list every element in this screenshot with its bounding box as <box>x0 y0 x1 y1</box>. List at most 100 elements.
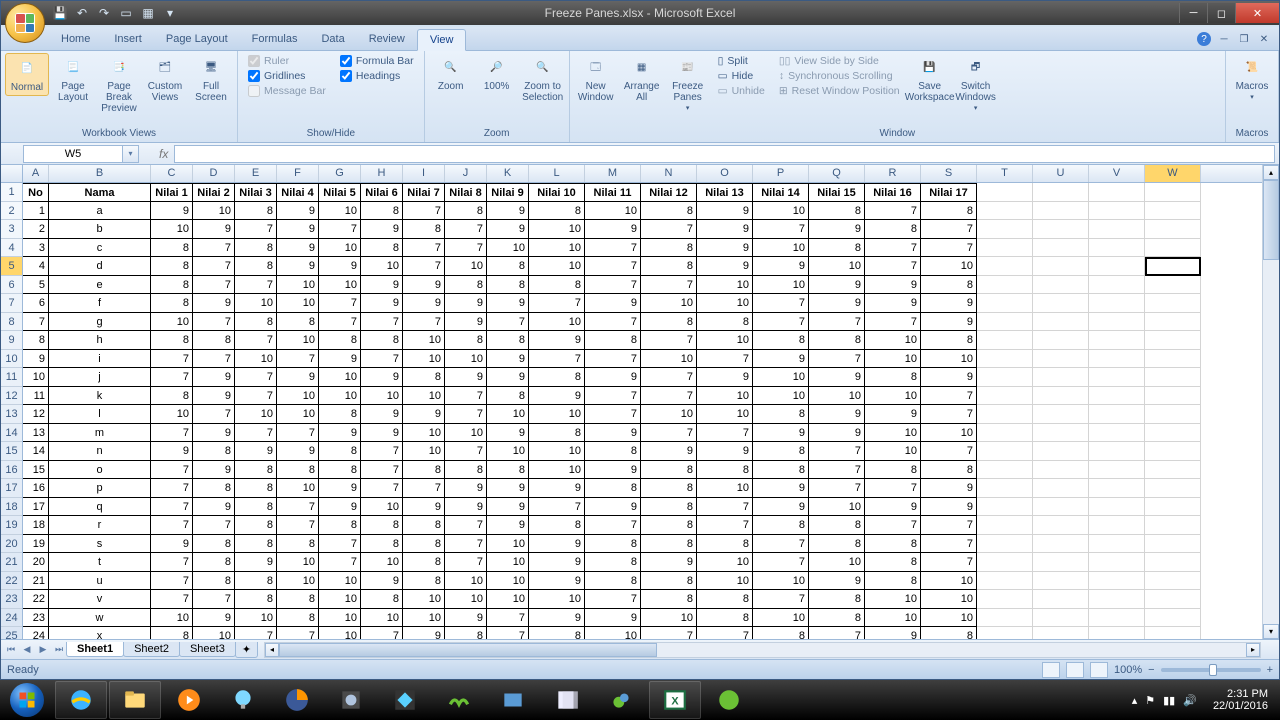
cell[interactable]: 8 <box>585 553 641 572</box>
cell[interactable]: 7 <box>235 424 277 443</box>
cell[interactable] <box>977 239 1033 258</box>
row-header[interactable]: 1 <box>1 183 22 202</box>
page-layout-view-icon[interactable] <box>1066 662 1084 678</box>
cell[interactable]: 7 <box>193 276 235 295</box>
row-header[interactable]: 13 <box>1 405 22 424</box>
cell[interactable]: 10 <box>585 627 641 639</box>
column-header[interactable]: H <box>361 165 403 182</box>
cell[interactable] <box>977 387 1033 406</box>
cell[interactable]: 10 <box>23 368 49 387</box>
maximize-button[interactable]: ◻ <box>1207 3 1235 23</box>
cell[interactable]: u <box>49 572 151 591</box>
cell[interactable]: c <box>49 239 151 258</box>
cell[interactable]: x <box>49 627 151 639</box>
cell[interactable]: 7 <box>697 627 753 639</box>
cell[interactable]: 9 <box>361 368 403 387</box>
cell[interactable]: 8 <box>403 516 445 535</box>
cell[interactable]: 8 <box>697 313 753 332</box>
cell[interactable]: 8 <box>753 442 809 461</box>
tab-data[interactable]: Data <box>309 29 356 50</box>
cell[interactable] <box>1033 627 1089 639</box>
tips-icon[interactable] <box>217 681 269 719</box>
cell[interactable]: 9 <box>697 202 753 221</box>
cell[interactable]: Nilai 16 <box>865 183 921 202</box>
cell[interactable] <box>977 331 1033 350</box>
cell[interactable]: 9 <box>921 368 977 387</box>
cell[interactable] <box>1033 609 1089 628</box>
cell[interactable] <box>1145 257 1201 276</box>
cell[interactable]: 9 <box>809 294 865 313</box>
row-header[interactable]: 22 <box>1 572 22 591</box>
cell[interactable]: b <box>49 220 151 239</box>
row-header[interactable]: 11 <box>1 368 22 387</box>
cell[interactable]: 8 <box>641 313 697 332</box>
app-icon[interactable] <box>487 681 539 719</box>
cell[interactable]: 9 <box>809 424 865 443</box>
page-break-button[interactable]: 📑Page Break Preview <box>97 53 141 116</box>
cell[interactable]: 7 <box>697 516 753 535</box>
cell[interactable]: 10 <box>361 553 403 572</box>
cell[interactable]: 8 <box>753 331 809 350</box>
cell[interactable] <box>977 479 1033 498</box>
tray-network-icon[interactable]: ▮▮ <box>1163 694 1175 707</box>
cell[interactable]: 9 <box>487 424 529 443</box>
explorer-icon[interactable] <box>109 681 161 719</box>
cell[interactable]: 7 <box>641 331 697 350</box>
cell[interactable] <box>977 257 1033 276</box>
cell[interactable]: 8 <box>865 572 921 591</box>
cell[interactable]: 8 <box>529 627 585 639</box>
cell[interactable]: Nilai 10 <box>529 183 585 202</box>
cell[interactable]: 8 <box>487 387 529 406</box>
cell[interactable]: 9 <box>865 405 921 424</box>
cell[interactable]: 8 <box>403 220 445 239</box>
cell[interactable]: 9 <box>809 368 865 387</box>
cell[interactable]: 8 <box>809 590 865 609</box>
cell[interactable]: 9 <box>487 294 529 313</box>
cell[interactable]: 10 <box>193 627 235 639</box>
cell[interactable]: 7 <box>585 405 641 424</box>
cell[interactable]: 8 <box>445 276 487 295</box>
cell[interactable]: 1 <box>23 202 49 221</box>
cell[interactable]: 10 <box>809 553 865 572</box>
cell[interactable]: 10 <box>753 387 809 406</box>
cell[interactable]: 8 <box>865 535 921 554</box>
cell[interactable]: 8 <box>277 535 319 554</box>
cell[interactable]: 10 <box>319 590 361 609</box>
row-header[interactable]: 3 <box>1 220 22 239</box>
cell[interactable]: 8 <box>641 202 697 221</box>
cell[interactable]: 8 <box>235 535 277 554</box>
cell[interactable]: 7 <box>235 276 277 295</box>
cell[interactable] <box>1033 535 1089 554</box>
cell[interactable]: 8 <box>865 461 921 480</box>
cell[interactable]: 7 <box>403 479 445 498</box>
cell[interactable] <box>1145 313 1201 332</box>
cell[interactable]: 8 <box>529 202 585 221</box>
cell[interactable] <box>977 368 1033 387</box>
cell[interactable] <box>1145 276 1201 295</box>
cell[interactable] <box>1145 387 1201 406</box>
cell[interactable] <box>1145 461 1201 480</box>
cell[interactable] <box>1033 387 1089 406</box>
row-header[interactable]: 10 <box>1 350 22 369</box>
cell[interactable]: l <box>49 405 151 424</box>
cell[interactable]: Nilai 17 <box>921 183 977 202</box>
cell[interactable]: 18 <box>23 516 49 535</box>
cell[interactable]: 8 <box>921 202 977 221</box>
cell[interactable]: 9 <box>319 498 361 517</box>
cell[interactable]: 8 <box>445 202 487 221</box>
switch-windows-button[interactable]: 🗗Switch Windows▾ <box>954 53 998 115</box>
cell[interactable]: 9 <box>529 553 585 572</box>
cell[interactable]: 9 <box>361 405 403 424</box>
cell[interactable]: 9 <box>403 294 445 313</box>
cell[interactable]: 9 <box>193 424 235 443</box>
row-header[interactable]: 12 <box>1 387 22 406</box>
row-header[interactable]: 25 <box>1 627 22 639</box>
cell[interactable]: Nilai 7 <box>403 183 445 202</box>
normal-view-button[interactable]: 📄Normal <box>5 53 49 96</box>
qat-more-icon[interactable]: ▾ <box>161 4 179 22</box>
cell[interactable]: 7 <box>235 368 277 387</box>
cell[interactable]: 8 <box>865 220 921 239</box>
cell[interactable] <box>1145 202 1201 221</box>
column-header[interactable]: T <box>977 165 1033 182</box>
cell[interactable]: 8 <box>403 535 445 554</box>
